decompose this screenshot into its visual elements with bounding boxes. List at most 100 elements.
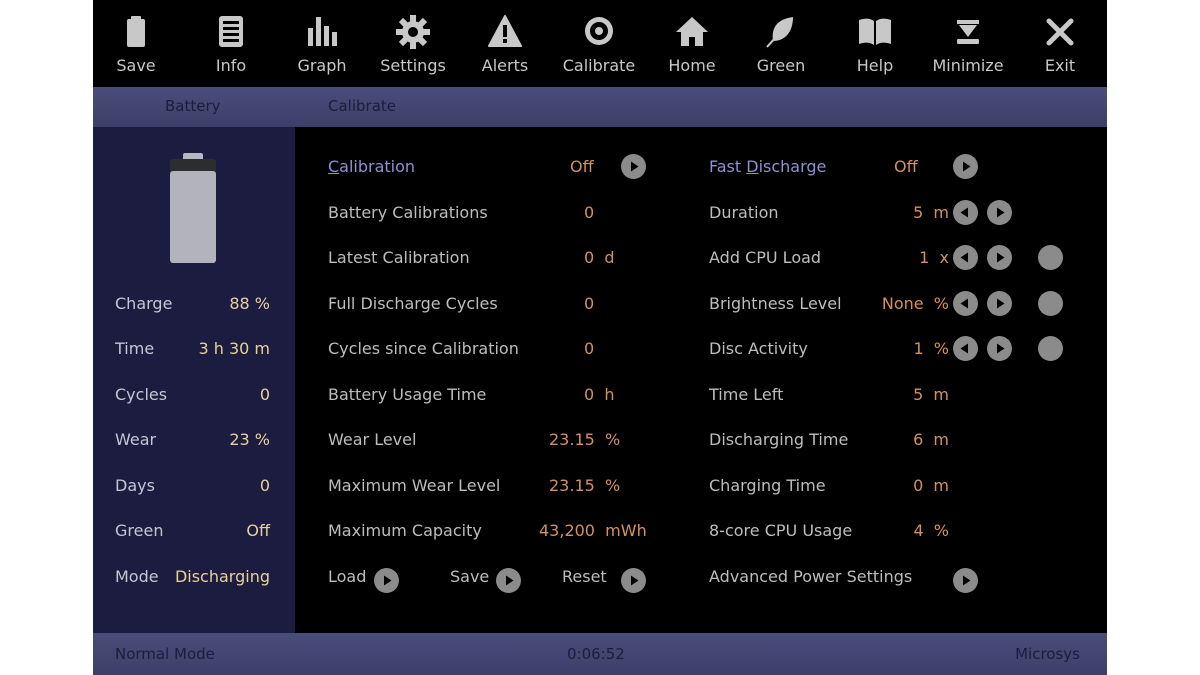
calibration-row: Full Discharge Cycles 0 [328,294,668,318]
toolbar-exit-button[interactable]: Exit [1015,0,1105,87]
row-value: 0 [584,339,595,358]
toolbar-help-button[interactable]: Help [830,0,920,87]
stat-value: 0 [259,385,270,404]
play-icon [384,575,392,586]
tab-bar: Battery Calibrate [93,87,1107,127]
row-label: Cycles since Calibration [328,339,519,358]
row-label: Duration [709,203,779,222]
toolbar-label: Home [668,56,716,75]
access-key: D [746,157,759,176]
battery-icon [127,16,145,47]
tab-battery[interactable]: Battery [165,97,221,115]
duration-decrease-button[interactable] [953,200,978,225]
toolbar-calibrate-button[interactable]: Calibrate [554,0,644,87]
stat-label: Mode [115,567,159,586]
row-value: 0 [584,203,595,222]
calibration-row: Maximum Wear Level 23.15 % [328,476,668,500]
row-label: Add CPU Load [709,248,822,267]
stat-value: 0 [259,476,270,495]
calibration-row: Battery Calibrations 0 [328,203,668,227]
row-label: Time Left [709,385,784,404]
list-icon [219,16,243,47]
row-value: 4 % [913,521,949,540]
row-value: 0 d [584,248,615,267]
stat-value: Discharging [174,567,270,586]
calibration-row: Cycles since Calibration 0 [328,339,668,363]
disc-activity-decrease-button[interactable] [953,336,978,361]
row-label: 8-core CPU Usage [709,521,853,540]
fast-discharge-title[interactable]: Fast Discharge [709,157,826,176]
toolbar-label: Graph [297,56,347,75]
brightness-indicator[interactable] [1038,291,1063,316]
toolbar-green-button[interactable]: Green [736,0,826,87]
stat-value: Off [246,521,270,540]
row-value: 0 m [913,476,949,495]
calibration-row: Battery Usage Time 0 h [328,385,668,409]
toolbar-graph-button[interactable]: Graph [277,0,367,87]
toolbar-label: Green [756,56,806,75]
stat-label: Wear [115,430,157,449]
duration-increase-button[interactable] [987,200,1012,225]
home-icon [676,17,708,46]
calibration-row: Maximum Capacity 43,200 mWh [328,521,668,545]
fast-discharge-state: Off [894,157,918,176]
row-value: 5 m [913,385,949,404]
toolbar-alerts-button[interactable]: Alerts [460,0,550,87]
reset-button[interactable] [621,568,646,593]
save-button[interactable] [496,568,521,593]
brightness-increase-button[interactable] [987,291,1012,316]
cpu-load-decrease-button[interactable] [953,245,978,270]
reset-label: Reset [562,567,607,586]
chevron-left-icon [960,252,968,263]
brightness-decrease-button[interactable] [953,291,978,316]
calibration-title[interactable]: Calibration [328,157,415,176]
row-label: Disc Activity [709,339,808,358]
toolbar-label: Info [215,56,247,75]
toolbar-save-button[interactable]: Save [91,0,181,87]
cpu-load-indicator[interactable] [1038,245,1063,270]
toolbar-minimize-button[interactable]: Minimize [923,0,1013,87]
row-label: Brightness Level [709,294,842,313]
toolbar-label: Minimize [932,56,1004,75]
stat-label: Cycles [115,385,168,404]
cpu-load-increase-button[interactable] [987,245,1012,270]
toolbar-settings-button[interactable]: Settings [368,0,458,87]
battery-app-window: Save Info Graph Settings Alerts Calibrat… [93,0,1107,675]
fast-discharge-row: 8-core CPU Usage 4 % [709,521,949,545]
fast-discharge-row: Add CPU Load 1 x [709,248,949,272]
battery-fill [170,171,216,263]
row-label: Discharging Time [709,430,849,449]
status-timer: 0:06:52 [567,645,625,663]
row-value: 0 h [584,385,615,404]
tab-calibrate[interactable]: Calibrate [328,97,396,115]
calibration-row: Wear Level 23.15 % [328,430,668,454]
row-label: Maximum Wear Level [328,476,501,495]
toolbar-label: Calibrate [562,56,636,75]
stat-time: Time 3 h 30 m [93,339,295,363]
toolbar-info-button[interactable]: Info [186,0,276,87]
battery-summary-panel: Charge 88 % Time 3 h 30 m Cycles 0 Wear 23 %… [93,127,295,633]
calibration-title-text: alibration [339,157,416,176]
stat-mode: Mode Discharging [93,567,295,591]
chevron-right-icon [997,343,1005,354]
chevron-right-icon [997,298,1005,309]
minimize-icon [957,20,979,44]
fast-discharge-toggle-button[interactable] [953,154,978,179]
toolbar-home-button[interactable]: Home [647,0,737,87]
stat-label: Days [115,476,155,495]
advanced-power-settings-button[interactable] [953,568,978,593]
fast-discharge-row: Time Left 5 m [709,385,949,409]
access-key: C [328,157,340,176]
fast-discharge-row: Disc Activity 1 % [709,339,949,363]
disc-activity-indicator[interactable] [1038,336,1063,361]
load-button[interactable] [374,568,399,593]
advanced-power-settings-row: Advanced Power Settings [709,567,949,591]
stat-cycles: Cycles 0 [93,385,295,409]
stat-value: 88 % [229,294,270,313]
chevron-right-icon [997,207,1005,218]
stat-label: Green [115,521,164,540]
calibration-toggle-button[interactable] [621,154,646,179]
toolbar-label: Settings [380,56,446,75]
fast-discharge-row: Discharging Time 6 m [709,430,949,454]
disc-activity-increase-button[interactable] [987,336,1012,361]
